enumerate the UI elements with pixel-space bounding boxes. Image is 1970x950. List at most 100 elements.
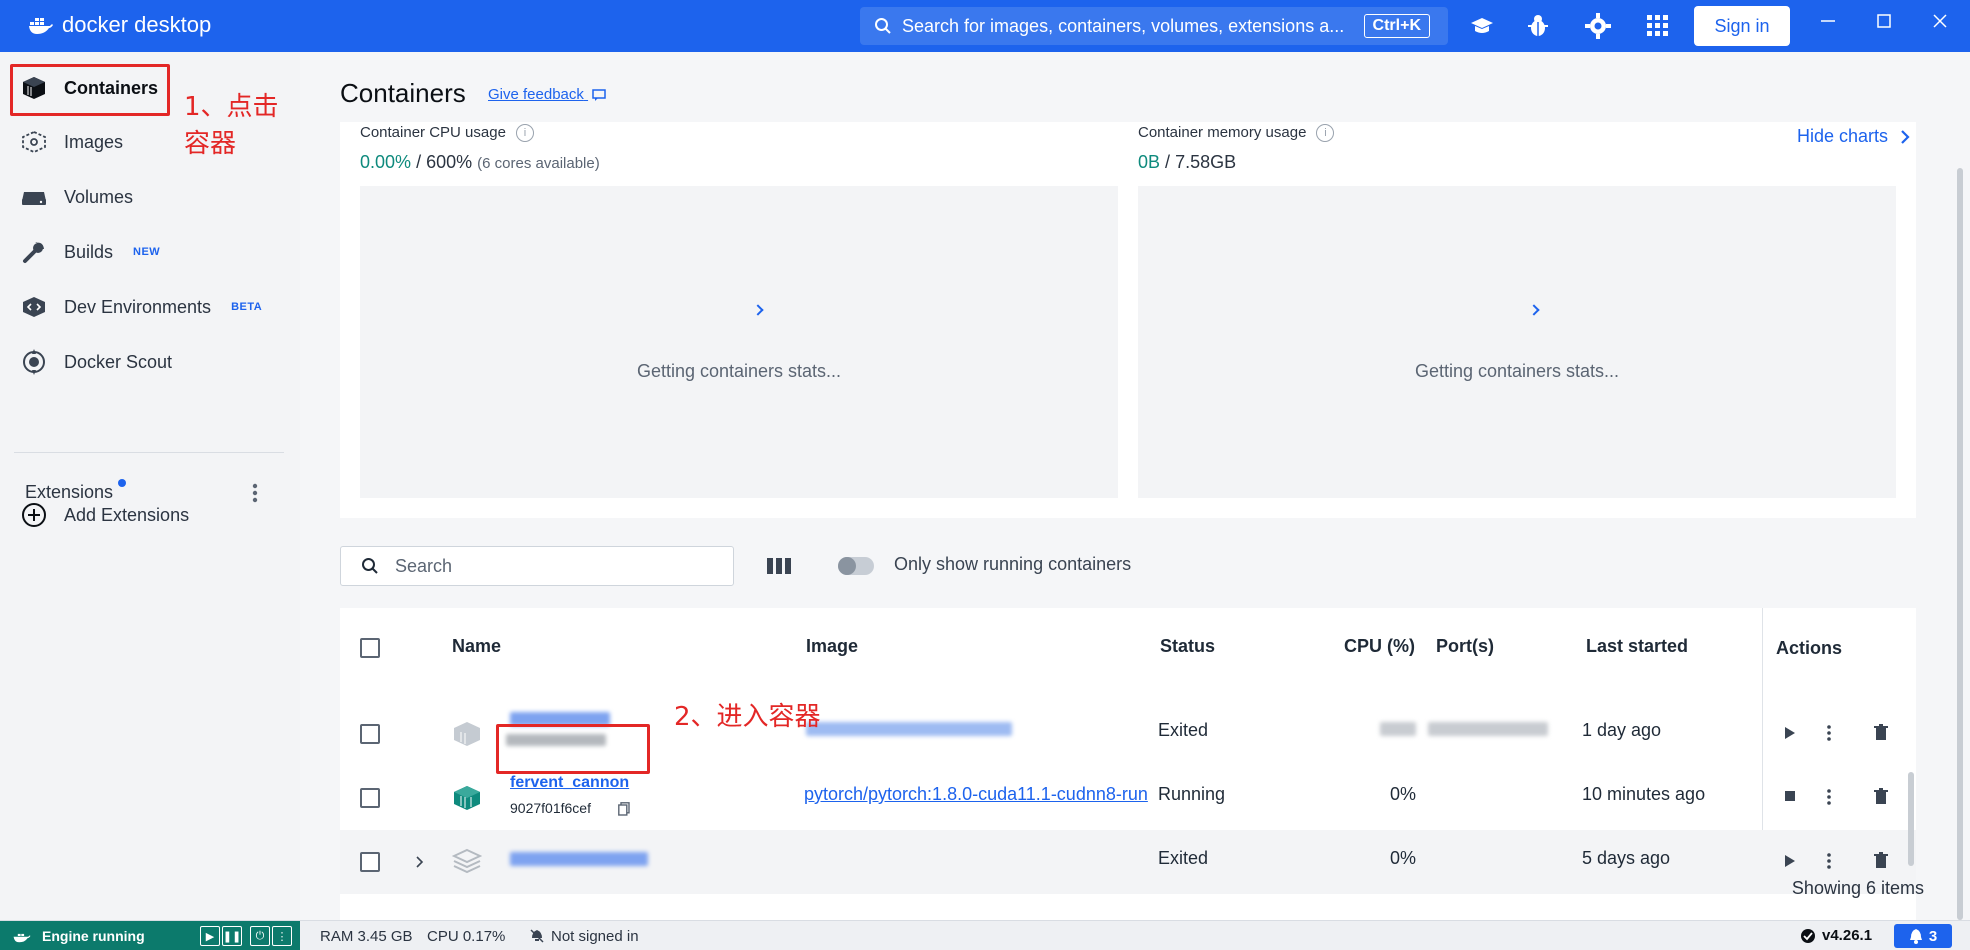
maximize-icon[interactable] bbox=[1876, 12, 1892, 35]
main-scrollbar[interactable] bbox=[1957, 168, 1963, 920]
copy-icon[interactable] bbox=[618, 802, 630, 816]
info-icon[interactable]: i bbox=[515, 124, 534, 143]
columns-toggle-icon[interactable] bbox=[766, 556, 792, 581]
sidebar-item-volumes[interactable]: Volumes bbox=[20, 177, 133, 217]
sidebar-item-dev-environments[interactable]: Dev Environments BETA bbox=[20, 287, 262, 327]
docker-scout-icon bbox=[20, 348, 48, 376]
table-row[interactable]: fervent_cannon 9027f01f6cef pytorch/pyto… bbox=[340, 766, 1916, 830]
redacted-image bbox=[806, 722, 1012, 736]
search-icon bbox=[362, 558, 378, 574]
troubleshoot-bug-icon[interactable] bbox=[1524, 12, 1552, 40]
start-play-icon[interactable] bbox=[1784, 854, 1796, 868]
only-running-label: Only show running containers bbox=[894, 554, 1132, 574]
add-extensions-label: Add Extensions bbox=[64, 504, 190, 525]
column-header-cpu[interactable]: CPU (%) bbox=[1344, 636, 1415, 657]
container-name-link[interactable]: fervent_cannon bbox=[510, 774, 629, 792]
sign-in-status: Not signed in bbox=[551, 928, 639, 945]
extensions-more-icon[interactable] bbox=[252, 482, 258, 508]
notifications-button[interactable]: 3 bbox=[1894, 924, 1952, 948]
docker-whale-icon bbox=[29, 18, 53, 34]
info-icon[interactable]: i bbox=[1316, 124, 1335, 143]
memory-usage-label: Container memory usage i bbox=[1138, 124, 1335, 143]
settings-gear-icon[interactable] bbox=[1584, 12, 1612, 40]
select-all-checkbox[interactable] bbox=[360, 638, 380, 658]
give-feedback-link[interactable]: Give feedback bbox=[488, 86, 606, 103]
delete-trash-icon[interactable] bbox=[1874, 724, 1888, 740]
brand-name: docker desktop bbox=[62, 12, 212, 37]
cpu-usage: CPU 0.17% bbox=[427, 928, 506, 945]
feedback-icon bbox=[592, 89, 606, 102]
title-bar: docker desktop Search for images, contai… bbox=[0, 0, 1970, 52]
page-title: Containers bbox=[340, 78, 466, 108]
column-header-image[interactable]: Image bbox=[806, 636, 858, 657]
images-icon bbox=[20, 128, 48, 156]
row-checkbox[interactable] bbox=[360, 788, 380, 808]
sidebar-item-docker-scout[interactable]: Docker Scout bbox=[20, 342, 172, 382]
status-cell: Exited bbox=[1158, 848, 1209, 868]
minimize-icon[interactable] bbox=[1820, 12, 1836, 35]
expand-chevron-icon[interactable] bbox=[416, 856, 424, 868]
apps-grid-icon[interactable] bbox=[1644, 12, 1672, 40]
sidebar-item-label: Docker Scout bbox=[64, 351, 173, 372]
cpu-usage-label: Container CPU usage i bbox=[360, 124, 534, 143]
column-header-status[interactable]: Status bbox=[1160, 636, 1215, 657]
row-checkbox[interactable] bbox=[360, 852, 380, 872]
step2-highlight-box bbox=[496, 724, 650, 774]
container-search-input[interactable]: Search bbox=[340, 546, 734, 586]
engine-more-icon[interactable]: ⋮ bbox=[272, 926, 292, 946]
docker-whale-icon bbox=[13, 933, 31, 943]
cpu-cell: 0% bbox=[1390, 784, 1417, 804]
redacted-name bbox=[510, 852, 648, 866]
sidebar-item-label: Builds bbox=[64, 241, 114, 262]
redacted-cpu bbox=[1380, 722, 1416, 736]
delete-trash-icon[interactable] bbox=[1874, 788, 1888, 804]
play-icon[interactable]: ▶ bbox=[200, 926, 220, 946]
main-content: Containers Give feedback Container CPU u… bbox=[300, 52, 1950, 920]
loading-spinner-icon bbox=[752, 304, 764, 316]
docker-logo[interactable]: docker desktop bbox=[28, 12, 211, 38]
image-link[interactable]: pytorch/pytorch:1.8.0-cuda11.1-cudnn8-ru… bbox=[804, 784, 1154, 805]
sign-in-button[interactable]: Sign in bbox=[1694, 6, 1790, 46]
delete-trash-icon[interactable] bbox=[1874, 852, 1888, 868]
close-icon[interactable] bbox=[1932, 12, 1948, 35]
stop-icon[interactable] bbox=[1784, 790, 1796, 802]
column-header-ports[interactable]: Port(s) bbox=[1436, 636, 1494, 657]
global-search-input[interactable]: Search for images, containers, volumes, … bbox=[860, 7, 1448, 45]
global-search-placeholder: Search for images, containers, volumes, … bbox=[902, 15, 1345, 36]
table-row[interactable]: Exited 0% 5 days ago bbox=[340, 830, 1916, 894]
beta-badge: BETA bbox=[231, 301, 263, 313]
usage-charts-panel: Container CPU usage i 0.00% / 600% (6 cor… bbox=[340, 122, 1916, 518]
add-extensions-button[interactable]: Add Extensions bbox=[20, 495, 189, 535]
row-checkbox[interactable] bbox=[360, 724, 380, 744]
only-running-toggle[interactable] bbox=[838, 557, 874, 575]
hide-charts-button[interactable]: Hide charts bbox=[1797, 126, 1910, 147]
column-header-name[interactable]: Name bbox=[452, 636, 501, 657]
pause-icon[interactable]: ❚❚ bbox=[222, 926, 242, 946]
version-label[interactable]: v4.26.1 bbox=[1822, 927, 1872, 944]
start-play-icon[interactable] bbox=[1784, 726, 1796, 740]
sidebar-item-builds[interactable]: Builds NEW bbox=[20, 232, 160, 272]
more-options-icon[interactable] bbox=[1826, 788, 1832, 806]
engine-status-label: Engine running bbox=[42, 928, 145, 944]
loading-spinner-icon bbox=[1528, 304, 1540, 316]
learning-center-icon[interactable] bbox=[1468, 12, 1496, 40]
more-options-icon[interactable] bbox=[1826, 852, 1832, 870]
power-icon[interactable]: ⏻ bbox=[250, 926, 270, 946]
search-icon bbox=[875, 18, 891, 34]
container-id: 9027f01f6cef bbox=[510, 800, 591, 816]
hide-charts-label: Hide charts bbox=[1796, 126, 1888, 146]
table-scrollbar[interactable] bbox=[1908, 772, 1914, 866]
bell-icon bbox=[1909, 929, 1922, 944]
last-started-cell: 5 days ago bbox=[1582, 848, 1671, 868]
sidebar-item-label: Images bbox=[64, 131, 124, 152]
step2-annotation: 2、进入容器 bbox=[674, 702, 821, 732]
add-circle-icon bbox=[20, 501, 48, 529]
cpu-usage-value: 0.00% / 600% (6 cores available) bbox=[360, 152, 600, 172]
more-options-icon[interactable] bbox=[1826, 724, 1832, 742]
column-header-last-started[interactable]: Last started bbox=[1586, 636, 1688, 657]
cpu-cell: 0% bbox=[1390, 848, 1417, 868]
sidebar-item-images[interactable]: Images bbox=[20, 122, 123, 162]
column-header-actions: Actions bbox=[1776, 638, 1843, 658]
chevron-right-icon bbox=[1901, 129, 1910, 144]
status-bar: Engine running ▶ ❚❚ ⏻ ⋮ RAM 3.45 GB CPU … bbox=[0, 920, 1970, 950]
